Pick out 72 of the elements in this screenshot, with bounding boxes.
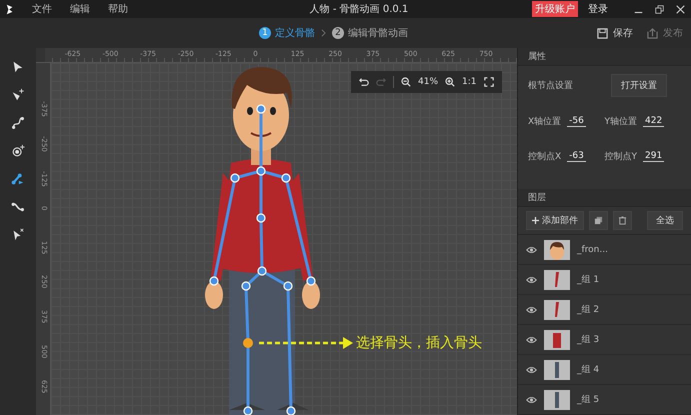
save-icon [597, 28, 608, 38]
layer-thumbnail [544, 300, 570, 320]
layer-name: _fron... [577, 244, 608, 254]
add-part-button[interactable]: 添加部件 [526, 211, 584, 230]
layer-name: _组 2 [577, 304, 600, 316]
layer-name: _组 1 [577, 274, 600, 286]
open-settings-button[interactable]: 打开设置 [611, 74, 667, 98]
layer-name: _组 3 [577, 334, 600, 346]
eye-icon[interactable] [526, 276, 537, 284]
eye-icon[interactable] [526, 366, 537, 374]
layer-item[interactable]: _组 4 [518, 355, 691, 385]
bone-tool-icon[interactable] [11, 172, 25, 186]
login-link[interactable]: 登录 [588, 2, 608, 16]
close-icon[interactable] [676, 4, 685, 14]
save-button[interactable]: 保存 [597, 26, 633, 40]
delete-button[interactable] [613, 211, 632, 230]
field-label: 控制点X [528, 150, 562, 164]
path-tool-icon[interactable] [11, 200, 25, 214]
copy-icon [594, 216, 603, 225]
menu-item[interactable]: 帮助 [108, 2, 128, 16]
restore-icon[interactable] [655, 4, 664, 14]
layer-item[interactable]: _组 1 [518, 265, 691, 295]
layer-thumbnail [544, 390, 570, 410]
delete-select-tool-icon[interactable] [11, 228, 25, 242]
add-joint-tool-icon[interactable] [11, 144, 25, 158]
step-tab[interactable]: 1 定义骨骼 [259, 26, 315, 40]
eye-icon[interactable] [526, 336, 537, 344]
select-tool-icon[interactable] [11, 60, 25, 74]
chevron-icon [321, 29, 326, 37]
upgrade-button[interactable]: 升级账户 [532, 1, 578, 17]
value-field[interactable]: 422 [643, 116, 664, 128]
annotation-text: 选择骨头，插入骨头 [356, 334, 482, 352]
eye-icon[interactable] [526, 246, 537, 254]
eye-icon[interactable] [526, 306, 537, 314]
step-tab[interactable]: 2 编辑骨骼动画 [332, 26, 408, 40]
layer-thumbnail [544, 240, 570, 260]
zoom-in-icon[interactable] [445, 77, 456, 87]
layer-thumbnail [544, 360, 570, 380]
menu-item[interactable]: 文件 [32, 2, 52, 16]
field-label: X轴位置 [528, 116, 562, 128]
window-title: 人物 - 骨骼动画 0.0.1 [308, 3, 410, 16]
panel-header: 图层 [518, 188, 691, 207]
field-label: 控制点Y [604, 150, 637, 164]
add-point-tool-icon[interactable] [11, 88, 25, 102]
zoom-out-icon[interactable] [401, 77, 411, 87]
duplicate-button[interactable] [589, 211, 608, 230]
eye-icon[interactable] [526, 396, 537, 404]
layer-thumbnail [544, 270, 570, 290]
undo-icon[interactable] [359, 77, 369, 87]
layer-item[interactable]: _fron... [518, 235, 691, 265]
actual-size-button[interactable]: 1:1 [462, 77, 476, 87]
field-label: 根节点设置 [528, 80, 573, 92]
layer-item[interactable]: _组 2 [518, 295, 691, 325]
trash-icon [618, 216, 627, 225]
field-label: Y轴位置 [604, 116, 637, 128]
app-logo-icon [6, 4, 14, 14]
panel-header: 属性 [518, 48, 691, 66]
layer-name: _组 5 [577, 394, 600, 406]
fullscreen-icon[interactable] [484, 77, 494, 87]
zoom-level: 41% [418, 77, 438, 87]
select-all-button[interactable]: 全选 [647, 211, 683, 230]
layer-item[interactable]: _组 3 [518, 325, 691, 355]
curve-tool-icon[interactable] [11, 116, 25, 130]
plus-icon [532, 217, 539, 224]
upload-icon [647, 28, 658, 38]
menu-item[interactable]: 编辑 [70, 2, 90, 16]
layer-name: _组 4 [577, 364, 600, 376]
value-field[interactable]: -63 [567, 151, 586, 162]
value-field[interactable]: 291 [643, 151, 664, 162]
layer-thumbnail [544, 330, 570, 350]
value-field[interactable]: -56 [567, 116, 586, 128]
layer-item[interactable]: _组 5 [518, 385, 691, 415]
